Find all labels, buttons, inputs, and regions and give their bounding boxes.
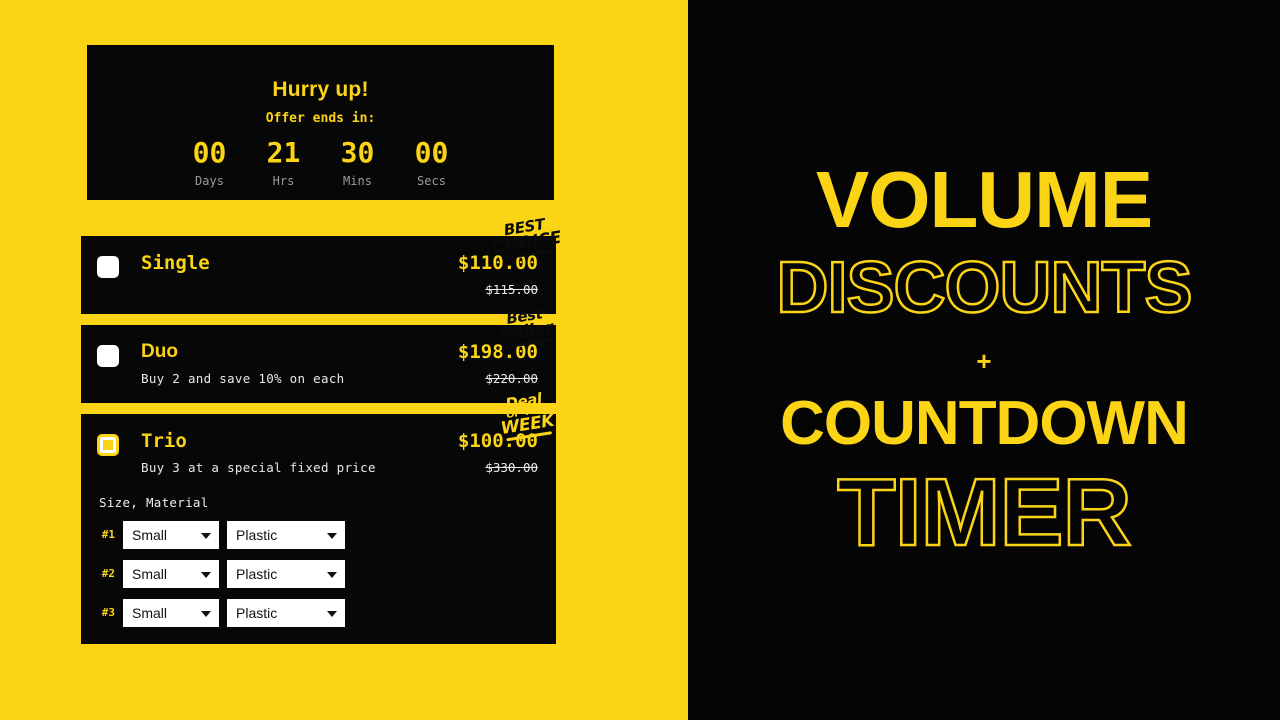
offer-text-block: Trio Buy 3 at a special fixed price [119,429,418,475]
variant-material-select-3[interactable]: Plastic [227,598,345,627]
variant-size-select-3[interactable]: Small [123,598,219,627]
timer-seconds-value: 00 [414,136,449,169]
variant-index-2: #2 [101,567,115,581]
promo-line-discounts: DISCOUNTS [775,247,1194,328]
countdown-timer-card: Hurry up! Offer ends in: 00 Days 21 Hrs … [87,45,554,200]
promo-line-timer: TIMER [836,458,1133,566]
variant-size-select-2[interactable]: Small [123,559,219,588]
offer-checkbox-single[interactable] [97,256,119,278]
offer-description-trio: Buy 3 at a special fixed price [141,459,376,475]
timer-days-label: Days [195,174,224,189]
variant-material-value-3: Plastic [236,604,278,621]
variants-label: Size, Material [99,494,209,510]
timer-minutes-label: Mins [343,174,372,189]
timer-units: 00 Days 21 Hrs 30 Mins 00 Secs [87,136,554,189]
variant-material-select-2[interactable]: Plastic [227,559,345,588]
timer-days-value: 00 [192,136,227,169]
variant-row-1: #1 Small Plastic [99,520,538,549]
variant-size-value-1: Small [132,526,168,543]
offer-text-block: Single [119,253,418,274]
offer-main-row: Single $110.00 $115.00 [81,252,556,297]
offer-main-row: Trio Buy 3 at a special fixed price $100… [81,429,556,475]
timer-hours-value: 21 [266,136,301,169]
offer-title-single: Single [141,252,210,274]
offers-list: BEST CHOICE Single $110.00 $115.00 Best … [81,215,562,655]
offer-price-single: $110.00 [457,252,538,274]
timer-minutes-value: 30 [340,136,375,169]
offer-compare-price-trio: $330.00 [485,459,538,475]
screenshot-root: Hurry up! Offer ends in: 00 Days 21 Hrs … [0,0,1280,720]
offer-prices-single: $110.00 $115.00 [418,252,538,297]
timer-headline: Hurry up! [272,78,369,101]
variant-row-3: #3 Small Plastic [99,598,538,627]
offer-description-duo: Buy 2 and save 10% on each [141,370,345,386]
offer-widget-panel: Hurry up! Offer ends in: 00 Days 21 Hrs … [0,0,688,720]
chevron-down-icon [327,532,337,539]
promo-line-countdown: COUNTDOWN [780,388,1189,458]
offer-price-duo: $198.00 [457,340,538,363]
offer-main-row: Duo Buy 2 and save 10% on each $198.00 $… [81,340,556,386]
variant-selectors: Size, Material #1 Small Plastic #2 Small… [81,495,556,627]
variant-size-select-1[interactable]: Small [123,520,219,549]
timer-unit-hours: 21 Hrs [258,136,310,189]
offer-title-trio: Trio [141,429,187,452]
badge-line-3: OF THE [505,403,546,421]
timer-hours-label: Hrs [272,174,295,189]
offer-text-block: Duo Buy 2 and save 10% on each [119,340,418,386]
offer-compare-price-duo: $220.00 [485,370,538,386]
chevron-down-icon [327,610,337,617]
variant-index-3: #3 [101,606,115,620]
offer-compare-price-single: $115.00 [485,281,538,297]
promo-line-volume: VOLUME [815,154,1153,244]
timer-subtitle: Offer ends in: [265,111,376,126]
badge-line-1: BEST [502,215,547,240]
badge-line-2: Seller [498,317,555,346]
offer-option-single[interactable]: BEST CHOICE Single $110.00 $115.00 [81,215,562,314]
timer-unit-minutes: 30 Mins [332,136,384,189]
chevron-down-icon [201,571,211,578]
offer-prices-duo: $198.00 $220.00 [418,340,538,386]
offer-prices-trio: $100.00 $330.00 [418,429,538,475]
timer-unit-seconds: 00 Secs [406,136,458,189]
chevron-down-icon [201,532,211,539]
promo-panel: VOLUME DISCOUNTS + COUNTDOWN TIMER [688,0,1280,720]
variant-material-value-2: Plastic [236,565,278,582]
offer-title-duo: Duo [141,340,178,362]
variant-material-value-1: Plastic [236,526,278,543]
offer-option-trio[interactable]: Deal OF THE WEEK Trio Buy 3 at a special… [81,389,556,644]
timer-seconds-label: Secs [417,174,446,189]
chevron-down-icon [201,610,211,617]
offer-checkbox-duo[interactable] [97,344,119,367]
variant-material-select-1[interactable]: Plastic [227,520,345,549]
variant-row-2: #2 Small Plastic [99,559,538,588]
chevron-down-icon [327,571,337,578]
offer-price-trio: $100.00 [457,429,538,452]
offer-option-duo[interactable]: Best Seller Duo Buy 2 and save 10% on ea… [81,305,556,403]
timer-unit-days: 00 Days [184,136,236,189]
offer-checkbox-trio[interactable] [97,433,119,456]
promo-plus-symbol: + [976,345,992,376]
variant-size-value-2: Small [132,565,168,582]
variant-index-1: #1 [101,528,115,542]
variant-size-value-3: Small [132,604,168,621]
